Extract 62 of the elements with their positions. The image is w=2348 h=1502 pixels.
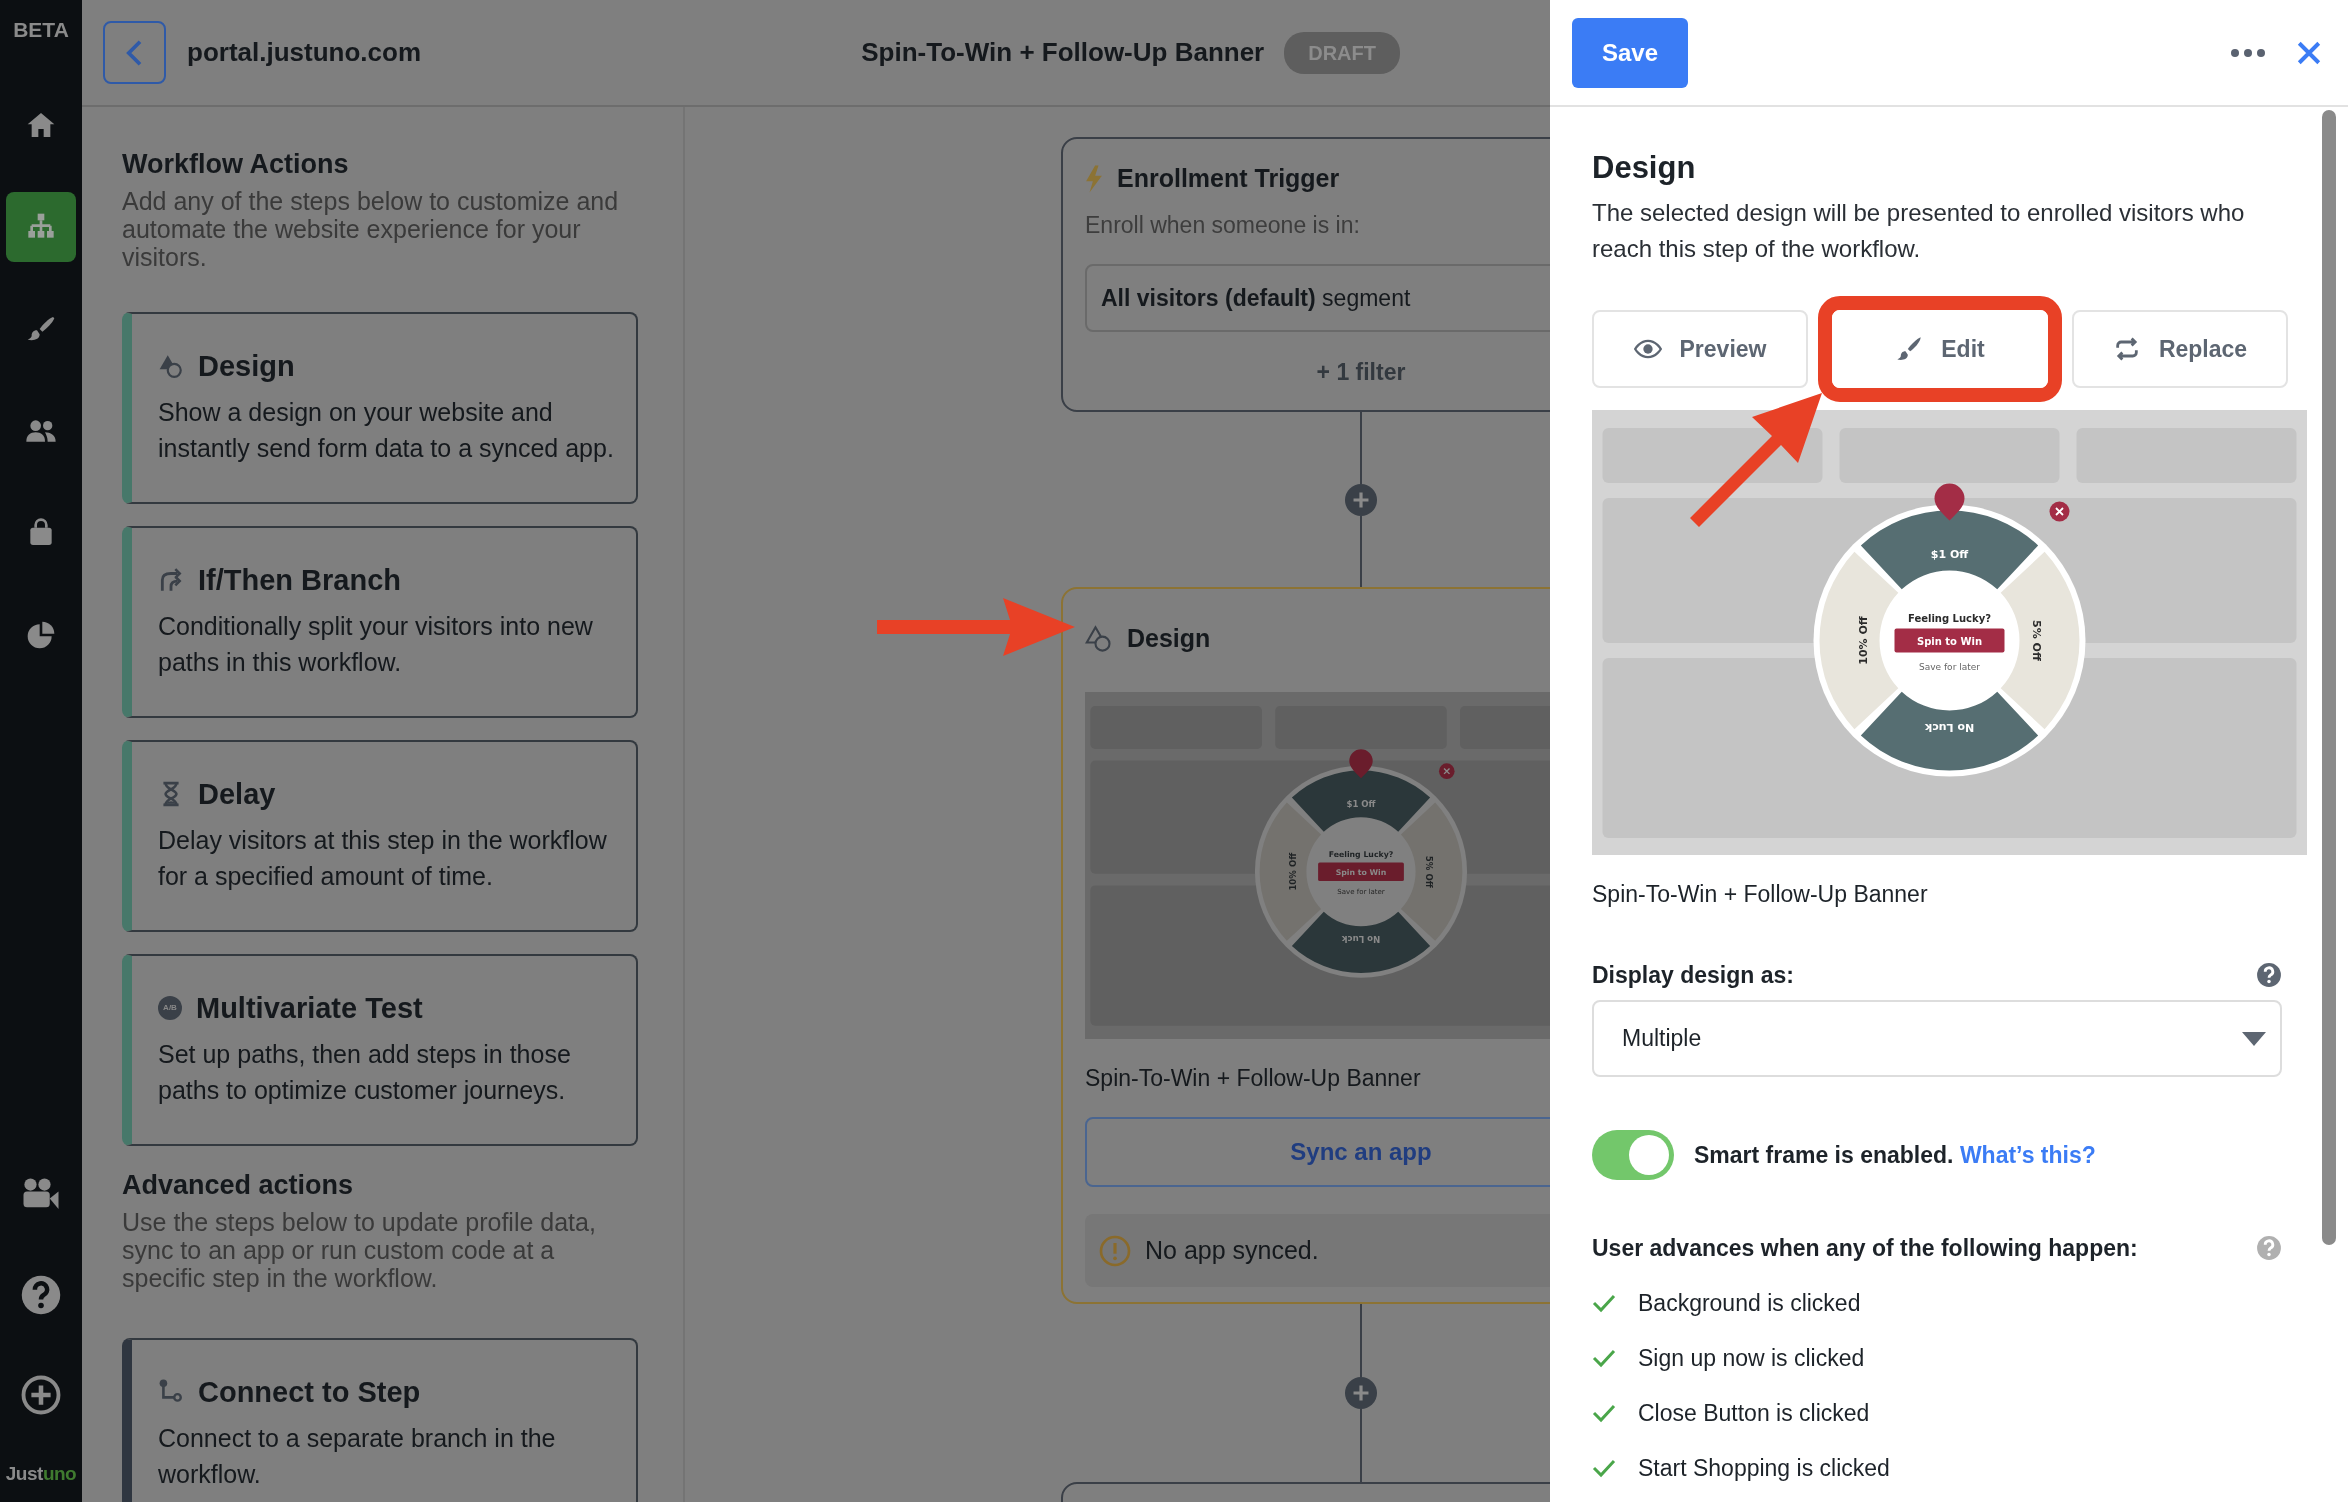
card-label: Enroll when someone is in: [1085, 211, 1361, 240]
ab-test-icon: A/B [158, 996, 182, 1020]
sync-app-button[interactable]: Sync an app [1085, 1117, 1550, 1187]
save-for-later-link[interactable]: Save for later [1919, 661, 1980, 672]
spin-button[interactable]: Spin to Win [1318, 862, 1404, 882]
action-card[interactable]: Design Show a design on your website and instantly send form data to a synced app. [122, 312, 638, 504]
workflow-title: Spin-To-Win + Follow-Up Banner [861, 36, 1265, 69]
wheel-label: $1 Off [1346, 799, 1376, 810]
action-title: If/Then Branch [198, 563, 401, 598]
design-action-button[interactable]: Edit [1832, 310, 2048, 388]
condition-label: Sign up now is clicked [1638, 1344, 1865, 1373]
field-label: Display design as: [1592, 961, 1794, 990]
wheel-label: 10% Off [1288, 852, 1299, 891]
design-name: Spin-To-Win + Follow-Up Banner [1085, 1064, 1422, 1093]
notice-text: No app synced. [1145, 1234, 1319, 1266]
card-title: Design [1127, 623, 1211, 655]
action-description: Delay visitors at this step in the workflow for a specified amount of time. [158, 825, 608, 892]
panel-title: Design [1592, 149, 1697, 187]
section-title: Advanced actions [122, 1169, 355, 1202]
action-card[interactable]: If/Then Branch Conditionally split your visitors into new paths in this workflow. [122, 526, 638, 718]
save-button[interactable]: Save [1572, 17, 1688, 88]
spin-button[interactable]: Spin to Win [1894, 628, 2005, 653]
design-name: Spin-To-Win + Follow-Up Banner [1592, 880, 1929, 909]
design-action-button[interactable]: Replace [2072, 310, 2288, 388]
wheel-headline: Feeling Lucky? [1328, 849, 1394, 859]
segment-field[interactable]: All visitors (default) segment [1085, 264, 1550, 332]
wheel-label: 10% Off [1856, 616, 1870, 665]
wheel-label: No Luck [1341, 934, 1381, 945]
section-description: Add any of the steps below to customize and automate the website experience for your visitors. [122, 187, 620, 271]
action-title: Connect to Step [198, 1375, 421, 1410]
action-description: Connect to a separate branch in the workflow. [158, 1423, 557, 1490]
toggle-label: Smart frame is enabled. What’s this? [1694, 1140, 2096, 1170]
action-description: Set up paths, then add steps in those paths to optimize customer journeys. [158, 1039, 572, 1106]
design-action-button[interactable]: Preview [1592, 310, 1808, 388]
filter-link[interactable]: + 1 filter [1085, 354, 1550, 390]
action-card[interactable]: Delay Delay visitors at this step in the workflow for a specified amount of time. [122, 740, 638, 932]
card-title: Enrollment Trigger [1117, 163, 1340, 195]
display-select[interactable]: Multiple [1592, 1000, 2282, 1077]
wheel-label: 5% Off [1423, 855, 1434, 888]
action-card[interactable]: Connect to Step Connect to a separate branch in the workflow. [122, 1338, 638, 1502]
wheel-label: 5% Off [2029, 620, 2043, 661]
action-title: Design [198, 349, 295, 384]
wheel-headline: Feeling Lucky? [1908, 612, 1991, 624]
wheel-label: No Luck [1924, 720, 1975, 734]
condition-label: Background is clicked [1638, 1289, 1861, 1318]
action-title: Multivariate Test [196, 991, 423, 1026]
action-description: Show a design on your website and instantly send form data to a synced app. [158, 397, 615, 464]
action-title: Delay [198, 777, 276, 812]
save-for-later-link[interactable]: Save for later [1337, 887, 1385, 897]
section-title: Workflow Actions [122, 148, 350, 181]
beta-label: BETA [13, 17, 69, 43]
wheel-label: $1 Off [1930, 547, 1969, 561]
logo: Justuno [5, 1461, 77, 1486]
action-card[interactable]: A/B Multivariate Test Set up paths, then add steps in those paths to optimize customer journeys. [122, 954, 638, 1146]
panel-description: The selected design will be presented to enrolled visitors who reach this step of the workflow. [1592, 198, 2246, 264]
help-link[interactable]: What’s this? [1959, 1141, 2096, 1168]
condition-label: Close Button is clicked [1638, 1399, 1870, 1428]
action-description: Conditionally split your visitors into new paths in this workflow. [158, 611, 594, 678]
section-label: User advances when any of the following happen: [1592, 1234, 2138, 1263]
section-description: Use the steps below to update profile data, sync to an app or run custom code at a specific step in the workflow. [122, 1208, 597, 1292]
condition-label: Start Shopping is clicked [1638, 1454, 1890, 1483]
domain-label: portal.justuno.com [187, 36, 421, 69]
